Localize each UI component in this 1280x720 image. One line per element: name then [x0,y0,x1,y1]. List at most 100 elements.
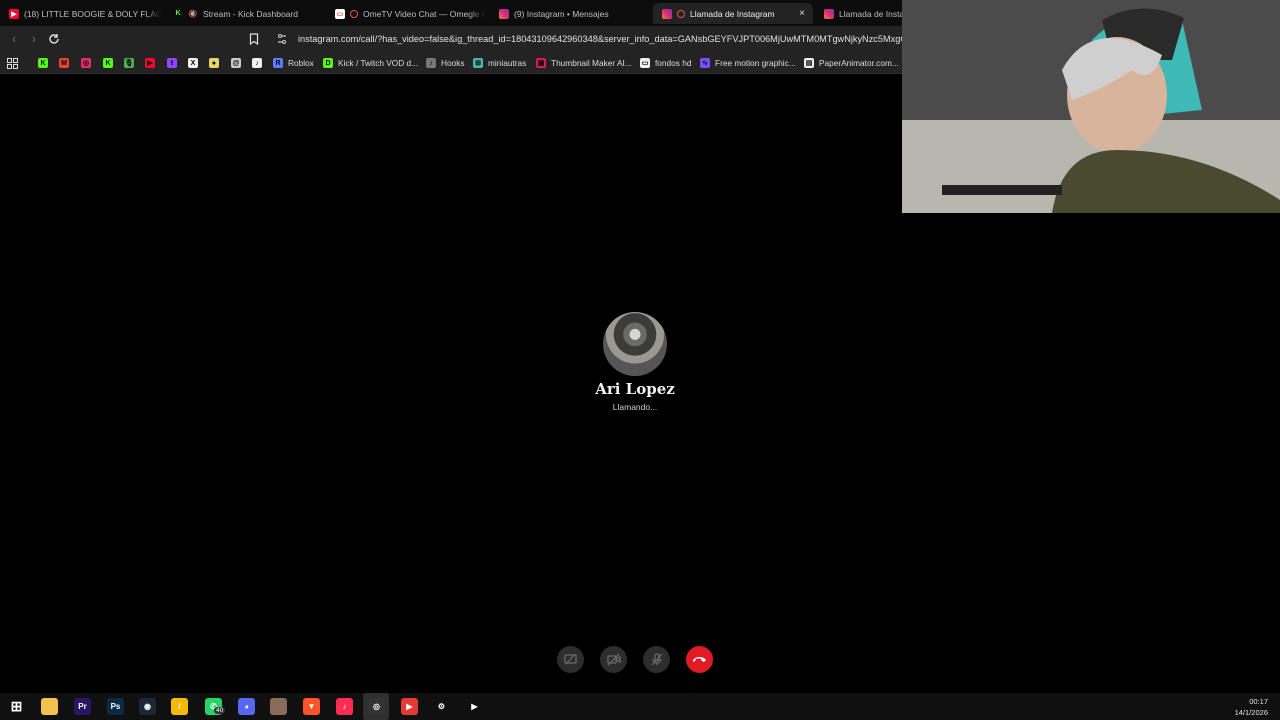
bookmark-favicon-icon: D [323,58,333,68]
url-text: instagram.com/call/?has_video=false&ig_t… [298,34,902,44]
bookmark-label: Free motion graphic... [715,58,796,68]
caller-avatar [603,312,667,376]
streamer-webcam-image [902,0,1280,213]
system-clock[interactable]: 00:17 14/1/2026 [1235,696,1268,718]
bookmark-free-motion-graphic[interactable]: ∿ Free motion graphic... [700,56,796,70]
tab-llamada-instagram-2[interactable]: Llamada de Instag [815,3,902,24]
file-explorer-icon[interactable] [41,698,58,715]
video-toggle-button[interactable] [600,646,627,673]
bookmark-icon-only[interactable]: @ [231,56,246,70]
bookmark-icon-only[interactable]: t [167,56,182,70]
call-status: Llamando... [612,402,658,412]
address-bar[interactable]: instagram.com/call/?has_video=false&ig_t… [270,29,902,49]
apps-grid-icon[interactable] [7,56,18,70]
bookmark-label: Thumbnail Maker AI... [551,58,632,68]
media-player-icon[interactable]: ▶ [466,698,483,715]
obs-icon[interactable]: ◎ [368,698,385,715]
bookmark-icon-only[interactable]: ◎ [81,56,96,70]
kick-icon: K [173,8,183,19]
video-off-icon [606,653,621,666]
bookmark-favicon-icon: ● [209,58,219,68]
tab-llamada-instagram[interactable]: Llamada de Instagram × [653,3,813,24]
whatsapp-unread-badge: 40 [214,707,226,714]
reload-icon[interactable] [46,31,62,47]
bookmark-favicon-icon: ▶ [145,58,155,68]
close-tab-icon[interactable]: × [799,8,805,19]
brave-icon[interactable]: ▼ [303,698,320,715]
tab-label: Llamada de Instag [839,8,902,19]
end-call-button[interactable] [686,646,713,673]
tab-youtube[interactable]: ▶ (18) LITTLE BOOGIE & DOLY FLACKK [0,3,162,24]
bookmark-icon-only[interactable]: ♪ [252,56,267,70]
bookmark-favicon-icon: K [38,58,48,68]
bookmark-thumbnail-maker-ai[interactable]: ▣ Thumbnail Maker AI... [536,56,632,70]
recording-icon: ▭ [335,8,345,19]
app-avatar-icon[interactable] [270,698,287,715]
screen-share-button[interactable] [557,646,584,673]
photoshop-icon[interactable]: Ps [107,698,124,715]
app-yellow-icon[interactable]: / [171,698,188,715]
bookmark-icon-only[interactable]: K [38,56,53,70]
bookmark-fondos-hd[interactable]: ▭ fondos hd [640,56,691,70]
bookmark-favicon-icon: ◎ [81,58,91,68]
bookmark-icon-only[interactable]: 🎙 [124,56,139,70]
bookmarks-bar: K M ◎ K 🎙 ▶ t X ● @ ♪ R Roblox D Kick / Twitch VOD d..… [0,52,902,74]
bookmark-favicon-icon: 🎙 [124,58,134,68]
tab-kick-dashboard[interactable]: K 🔇 Stream - Kick Dashboard [164,3,330,24]
bookmark-hooks[interactable]: ♪ Hooks [426,56,465,70]
premiere-pro-icon[interactable]: Pr [74,698,91,715]
forward-icon[interactable]: › [26,31,42,47]
mic-off-icon [651,653,662,666]
bookmark-label: fondos hd [655,58,692,68]
bookmark-icon-only[interactable]: K [103,56,118,70]
tab-instagram-mensajes[interactable]: (9) Instagram • Mensajes [490,3,650,24]
tab-ometv[interactable]: ▭ OmeTV Video Chat — Omegle R [326,3,486,24]
bookmark-icon[interactable] [246,31,262,47]
instagram-icon [662,8,672,19]
tiktok-icon[interactable]: ♪ [336,698,353,715]
bookmark-favicon-icon: X [188,58,198,68]
bookmark-icon-only[interactable]: M [59,56,74,70]
bookmark-favicon-icon: ▭ [640,58,650,68]
app-red-icon[interactable]: ▶ [401,698,418,715]
mute-button[interactable] [643,646,670,673]
bookmark-icon-only[interactable]: ● [209,56,224,70]
hang-up-icon [693,657,706,662]
windows-start-icon[interactable]: ⊞ [8,698,25,715]
bookmark-favicon-icon: ⊞ [473,58,483,68]
youtube-icon: ▶ [9,8,19,19]
caller-name: Ari Lopez [595,380,675,398]
steam-icon[interactable]: ◉ [139,698,156,715]
settings-icon[interactable]: ⚙ [433,698,450,715]
bookmark-icon-only[interactable]: ▶ [145,56,160,70]
bookmark-kick-twitch-vod-d[interactable]: D Kick / Twitch VOD d... [323,56,418,70]
bookmark-favicon-icon: ♪ [252,58,262,68]
live-indicator-icon [677,9,685,18]
bookmark-favicon-icon: ▣ [536,58,546,68]
bookmark-favicon-icon: ♪ [426,58,436,68]
browser-tab-strip: ▶ (18) LITTLE BOOGIE & DOLY FLACKK K 🔇 S… [0,0,902,26]
bookmark-favicon-icon: ∿ [700,58,710,68]
bookmark-paperanimator-com[interactable]: ▤ PaperAnimator.com... [804,56,899,70]
bookmark-label: miniautras [488,58,527,68]
bookmark-favicon-icon: t [167,58,177,68]
clock-date: 14/1/2026 [1234,708,1268,717]
browser-toolbar: ‹ › instagram.com/call/?has_video=false&… [0,26,902,52]
bookmark-roblox[interactable]: R Roblox [273,56,314,70]
bookmark-label: PaperAnimator.com... [819,58,899,68]
discord-icon[interactable]: ◕ [238,698,255,715]
bookmark-favicon-icon: R [273,58,283,68]
windows-taskbar: 00:17 14/1/2026 ⊞ Pr Ps ◉ / ✆ 40 ◕ ▼ ♪ ◎ ▶ ⚙ ▶ [0,693,1280,720]
bookmark-label: Hooks [441,58,465,68]
tab-label: (18) LITTLE BOOGIE & DOLY FLACKK [24,8,162,19]
instagram-icon [824,8,834,19]
clock-time: 00:17 [1249,697,1268,706]
bookmark-favicon-icon: M [59,58,69,68]
bookmark-miniautras[interactable]: ⊞ miniautras [473,56,526,70]
back-icon[interactable]: ‹ [6,31,22,47]
bookmark-label: Kick / Twitch VOD d... [338,58,419,68]
bookmark-icon-only[interactable]: X [188,56,203,70]
bookmark-favicon-icon: @ [231,58,241,68]
site-settings-icon[interactable] [276,33,288,45]
screen-share-icon [564,653,577,665]
